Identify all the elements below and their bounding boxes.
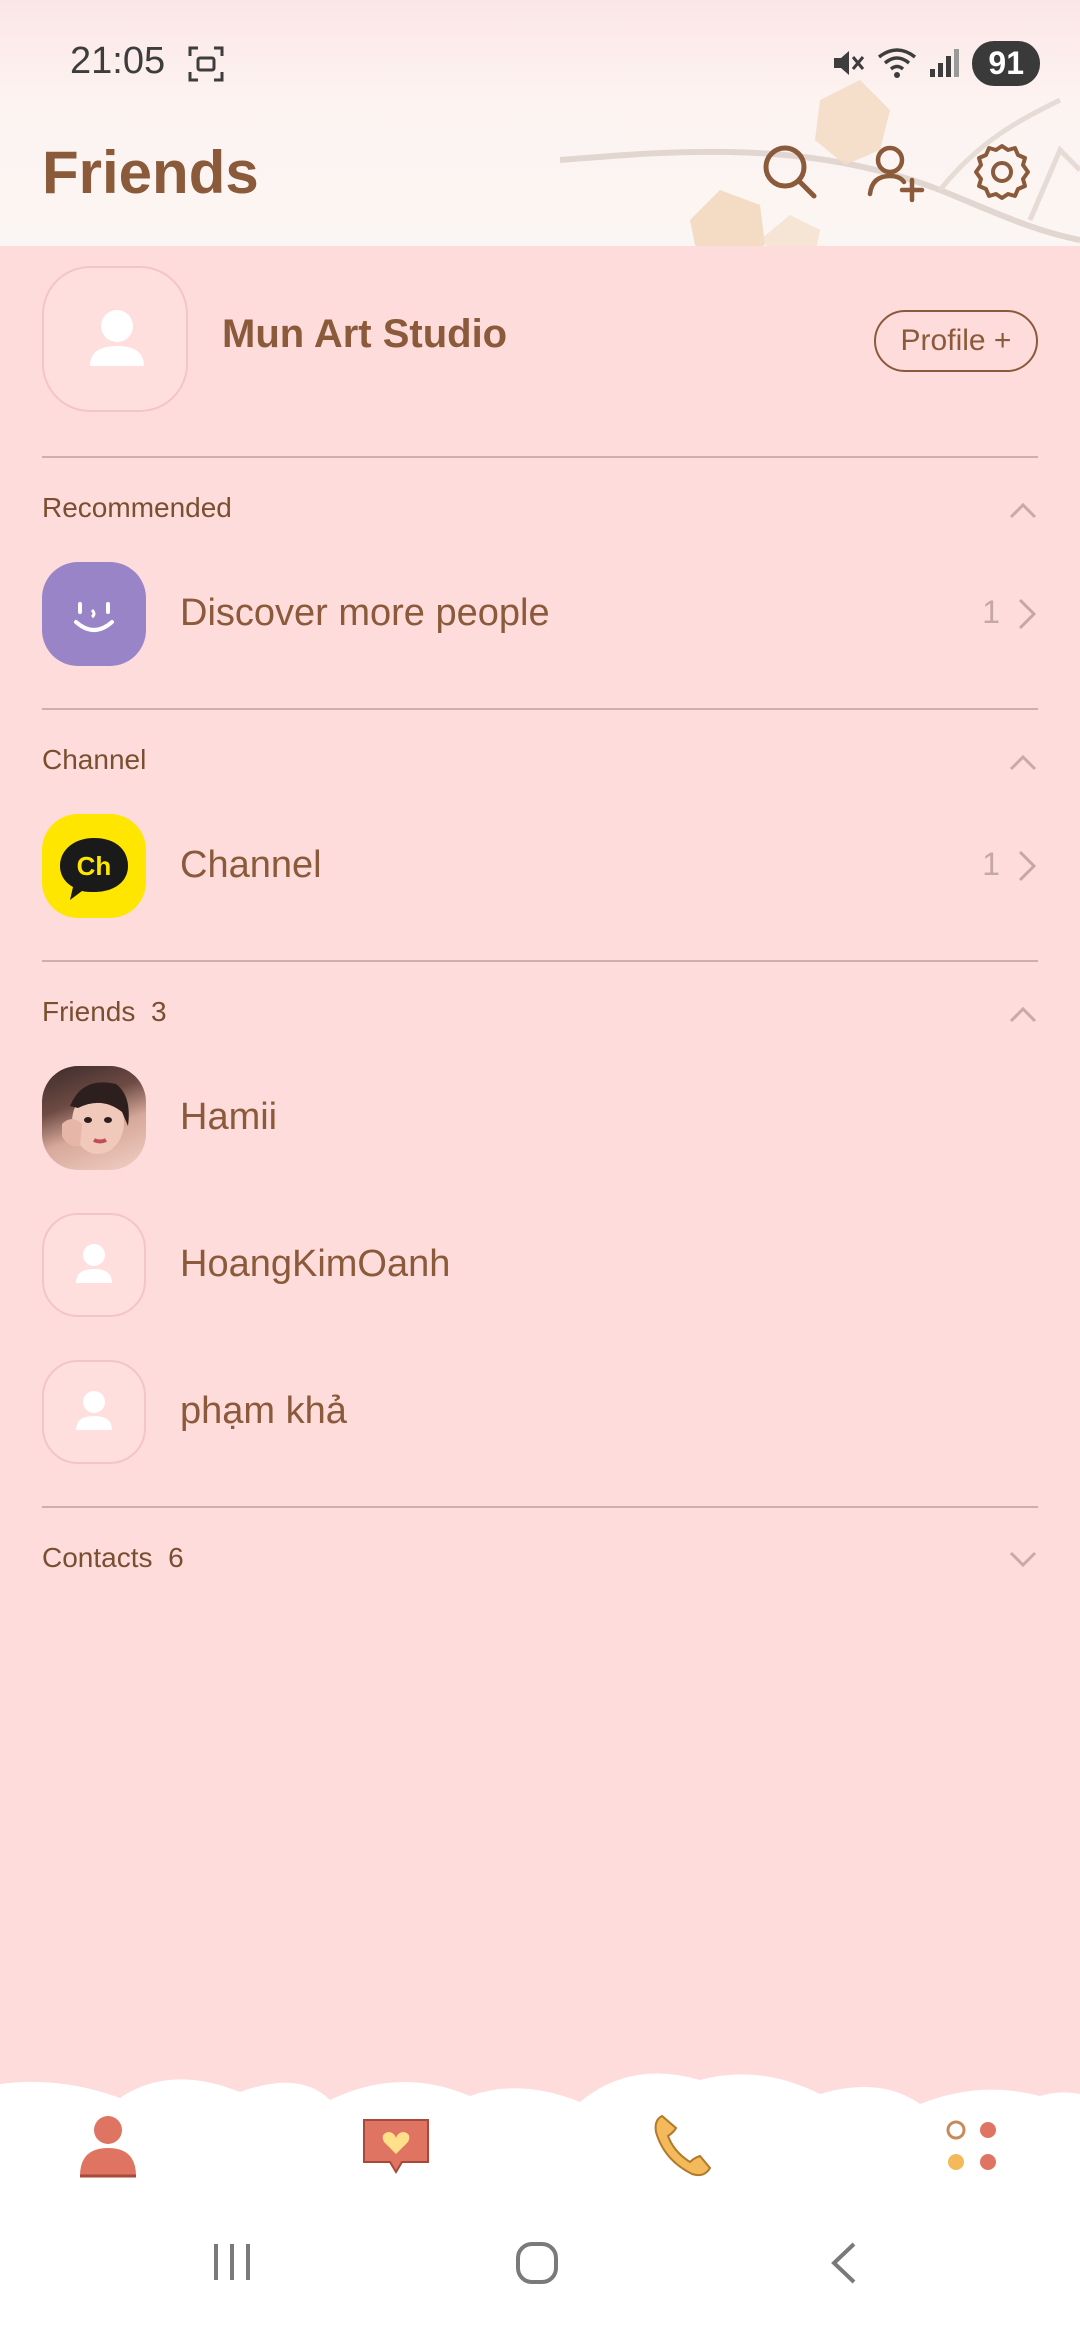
channel-row[interactable]: Ch Channel 1 bbox=[0, 814, 1080, 918]
bottom-tab-bar bbox=[0, 2070, 1080, 2210]
profile-add-button-label: Profile + bbox=[900, 324, 1012, 357]
divider bbox=[42, 708, 1038, 710]
cloud-decoration bbox=[0, 2073, 1080, 2210]
discover-smiley-icon bbox=[42, 562, 146, 666]
chevron-right-icon bbox=[1018, 850, 1037, 882]
channel-count: 1 bbox=[982, 846, 1000, 882]
divider bbox=[42, 960, 1038, 962]
recommended-label: Recommended bbox=[42, 492, 232, 523]
recent-apps-icon[interactable] bbox=[210, 2240, 254, 2284]
discover-people-row[interactable]: Discover more people 1 bbox=[0, 562, 1080, 666]
friend-row[interactable]: HoangKimOanh bbox=[0, 1213, 1080, 1317]
default-user-icon bbox=[90, 310, 144, 366]
tab-chats-heart-bubble-icon[interactable] bbox=[356, 2106, 436, 2186]
svg-text:Ch: Ch bbox=[77, 851, 112, 881]
channel-label: Channel bbox=[42, 744, 147, 775]
status-bar: 21:05 91 bbox=[0, 0, 1080, 120]
friends-section-header: Friends 3 bbox=[42, 996, 167, 1028]
tab-friends-person-icon[interactable] bbox=[68, 2106, 148, 2186]
friend-name: HoangKimOanh bbox=[180, 1243, 451, 1285]
tab-call-phone-icon[interactable] bbox=[644, 2106, 724, 2186]
expand-chevron-down-icon[interactable] bbox=[1008, 1550, 1038, 1570]
friend-photo-avatar bbox=[42, 1066, 146, 1170]
page-title: Friends bbox=[42, 139, 259, 206]
my-profile-row[interactable]: Mun Art Studio Profile + bbox=[0, 266, 1080, 416]
friends-count: 3 bbox=[150, 996, 167, 1027]
my-profile-name: Mun Art Studio bbox=[222, 312, 508, 356]
back-icon[interactable] bbox=[826, 2240, 860, 2286]
contacts-count: 6 bbox=[168, 1542, 184, 1573]
collapse-chevron-up-icon[interactable] bbox=[1008, 1004, 1038, 1024]
channel-name: Channel bbox=[180, 844, 322, 886]
signal-icon bbox=[930, 49, 960, 77]
divider bbox=[42, 456, 1038, 458]
channel-ch-icon: Ch bbox=[42, 814, 146, 918]
collapse-chevron-up-icon[interactable] bbox=[1008, 500, 1038, 520]
contacts-label: Contacts bbox=[42, 1542, 153, 1573]
divider bbox=[42, 1506, 1038, 1508]
system-navigation-bar bbox=[0, 2190, 1080, 2340]
collapse-chevron-up-icon[interactable] bbox=[1008, 752, 1038, 772]
contacts-section-header[interactable]: Contacts 6 bbox=[42, 1542, 184, 1574]
friend-name: phạm khả bbox=[180, 1390, 347, 1432]
search-icon[interactable] bbox=[758, 140, 822, 204]
system-icons: 91 bbox=[830, 40, 1040, 86]
friend-row[interactable]: Hamii bbox=[0, 1066, 1080, 1170]
mute-icon bbox=[834, 51, 865, 75]
friend-name: Hamii bbox=[180, 1096, 278, 1138]
battery-indicator: 91 bbox=[972, 40, 1040, 86]
discover-people-label: Discover more people bbox=[180, 592, 550, 634]
default-user-icon bbox=[42, 1360, 146, 1464]
app-header: 21:05 91 Friends bbox=[0, 0, 1080, 246]
chevron-right-icon bbox=[1018, 598, 1037, 630]
friends-label: Friends bbox=[42, 996, 136, 1027]
home-icon[interactable] bbox=[514, 2240, 560, 2286]
default-user-icon bbox=[42, 1213, 146, 1317]
settings-gear-icon[interactable] bbox=[970, 140, 1034, 204]
friend-row[interactable]: phạm khả bbox=[0, 1360, 1080, 1464]
tab-more-dots-icon[interactable] bbox=[932, 2106, 1012, 2186]
wifi-icon bbox=[878, 48, 917, 78]
my-profile-avatar[interactable] bbox=[42, 266, 188, 412]
discover-count: 1 bbox=[982, 594, 1000, 630]
profile-add-button[interactable]: Profile + bbox=[874, 310, 1038, 372]
screenshot-icon bbox=[188, 46, 224, 82]
status-time: 21:05 bbox=[70, 40, 166, 82]
add-friend-icon[interactable] bbox=[864, 140, 928, 204]
